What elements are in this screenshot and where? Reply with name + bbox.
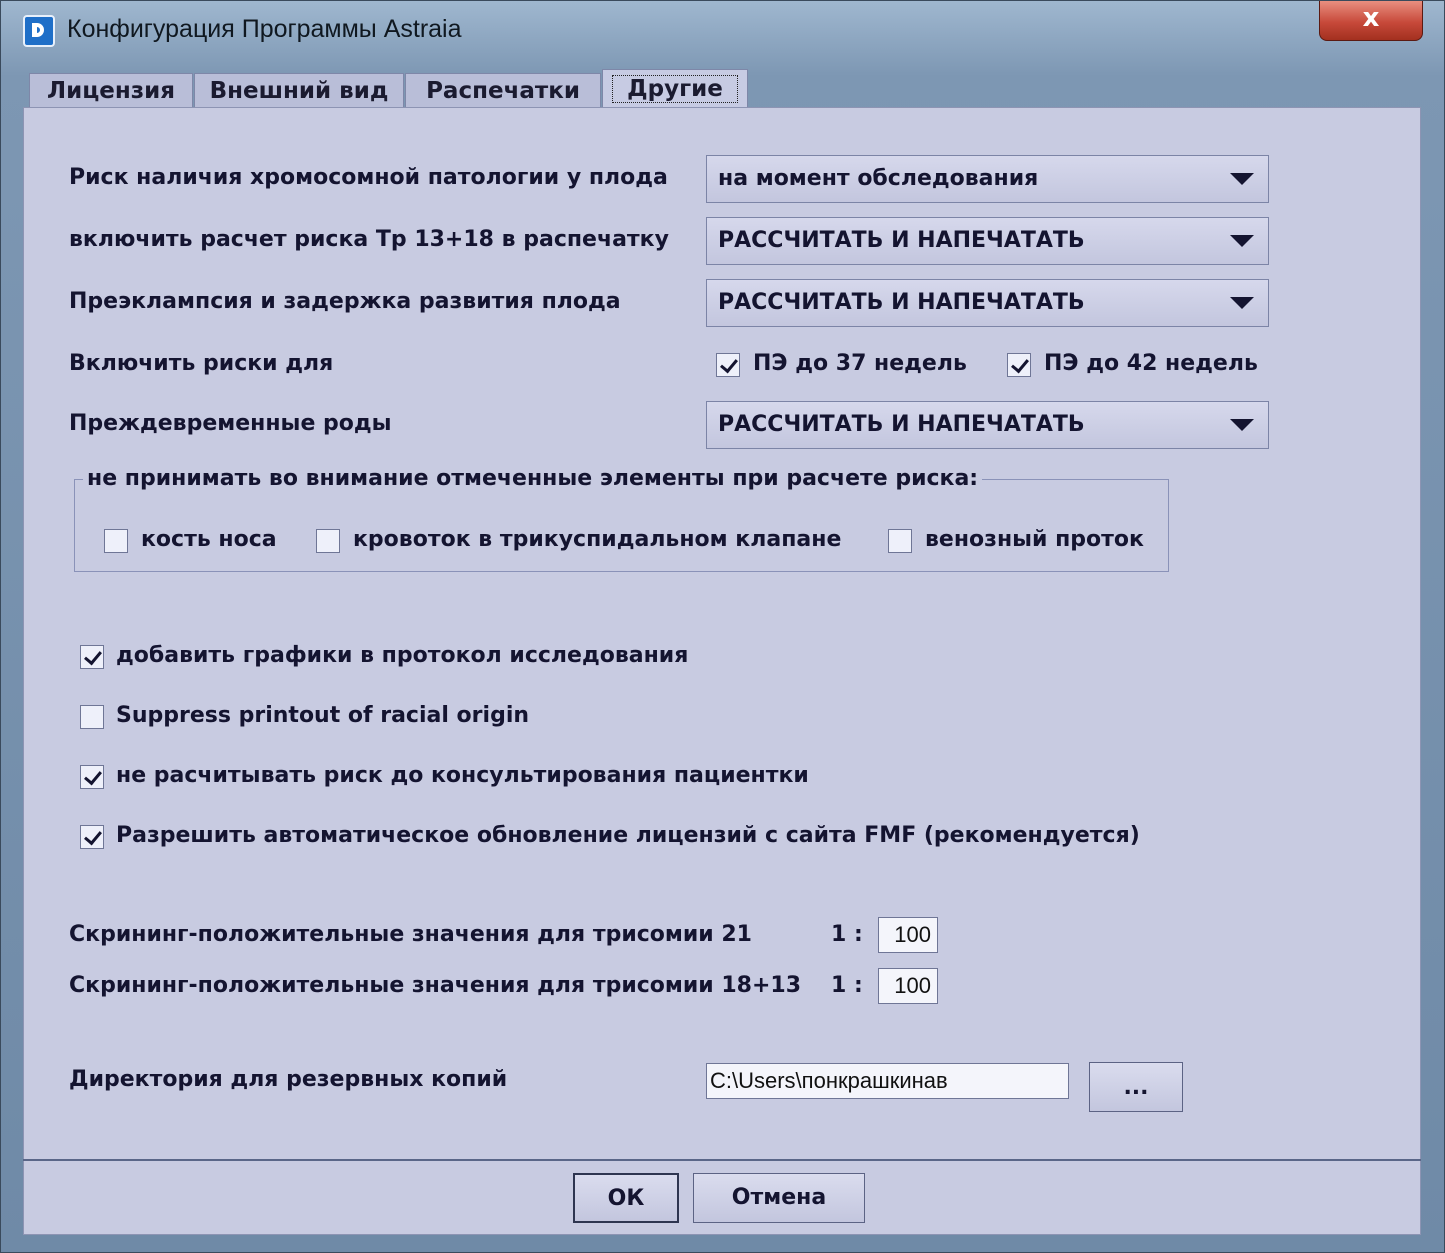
no-risk-before-consult-checkbox[interactable] (80, 765, 104, 789)
pe37-checkbox[interactable] (716, 353, 740, 377)
config-window: Конфигурация Программы Astraia x Лицензи… (0, 0, 1445, 1253)
t21-ratio-prefix: 1 : (831, 922, 863, 947)
no-risk-before-consult-label: не расчитывать риск до консультирования … (116, 763, 809, 788)
preterm-value: РАССЧИТАТЬ И НАПЕЧАТАТЬ (718, 412, 1085, 437)
tab-other[interactable]: Другие (602, 69, 748, 109)
tab-license[interactable]: Лицензия (29, 73, 193, 107)
tricuspid-flow-checkbox[interactable] (316, 529, 340, 553)
ok-button[interactable]: ОК (573, 1173, 679, 1223)
chevron-down-icon (1230, 173, 1254, 185)
backup-dir-label: Директория для резервных копий (69, 1067, 508, 1092)
window-title: Конфигурация Программы Astraia (67, 15, 462, 43)
exclude-group-box (74, 479, 1169, 572)
ductus-venosus-label: венозный проток (925, 527, 1144, 552)
chevron-down-icon (1230, 235, 1254, 247)
suppress-racial-checkbox[interactable] (80, 705, 104, 729)
tr13-18-value: РАССЧИТАТЬ И НАПЕЧАТАТЬ (718, 228, 1085, 253)
t21-value-input[interactable]: 100 (878, 917, 938, 953)
auto-license-update-label: Разрешить автоматическое обновление лице… (116, 823, 1140, 848)
browse-button[interactable]: ... (1089, 1062, 1183, 1112)
pe42-label: ПЭ до 42 недель (1044, 351, 1258, 376)
preterm-select[interactable]: РАССЧИТАТЬ И НАПЕЧАТАТЬ (706, 401, 1269, 449)
suppress-racial-label: Suppress printout of racial origin (116, 703, 530, 728)
chrom-risk-value: на момент обследования (718, 166, 1039, 191)
chrom-risk-label: Риск наличия хромосомной патологии у пло… (69, 165, 668, 190)
ductus-venosus-checkbox[interactable] (888, 529, 912, 553)
chevron-down-icon (1230, 297, 1254, 309)
tr13-18-select[interactable]: РАССЧИТАТЬ И НАПЕЧАТАТЬ (706, 217, 1269, 265)
cancel-button[interactable]: Отмена (693, 1173, 865, 1223)
t1813-value-input[interactable]: 100 (878, 968, 938, 1004)
add-graphs-label: добавить графики в протокол исследования (116, 643, 689, 668)
tr13-18-label: включить расчет риска Тр 13+18 в распеча… (69, 227, 669, 252)
nasal-bone-label: кость носа (141, 527, 277, 552)
pe42-checkbox[interactable] (1007, 353, 1031, 377)
t1813-ratio-prefix: 1 : (831, 973, 863, 998)
close-button[interactable]: x (1319, 1, 1423, 41)
nasal-bone-checkbox[interactable] (104, 529, 128, 553)
preeclampsia-value: РАССЧИТАТЬ И НАПЕЧАТАТЬ (718, 290, 1085, 315)
auto-license-update-checkbox[interactable] (80, 825, 104, 849)
tab-appearance[interactable]: Внешний вид (194, 73, 404, 107)
astraia-logo-icon (23, 15, 55, 47)
preeclampsia-label: Преэклампсия и задержка развития плода (69, 289, 621, 314)
preterm-label: Преждевременные роды (69, 411, 392, 436)
exclude-group-title: не принимать во внимание отмеченные элем… (83, 466, 983, 491)
preeclampsia-select[interactable]: РАССЧИТАТЬ И НАПЕЧАТАТЬ (706, 279, 1269, 327)
add-graphs-checkbox[interactable] (80, 645, 104, 669)
chrom-risk-select[interactable]: на момент обследования (706, 155, 1269, 203)
t21-label: Скрининг-положительные значения для трис… (69, 922, 752, 947)
pe37-label: ПЭ до 37 недель (753, 351, 967, 376)
title-bar: Конфигурация Программы Astraia x (1, 1, 1445, 59)
tab-panel-other (23, 107, 1421, 1161)
tab-printouts[interactable]: Распечатки (405, 73, 601, 107)
backup-dir-input[interactable]: C:\Users\понкрашкинав (706, 1063, 1069, 1099)
include-risks-label: Включить риски для (69, 351, 334, 376)
t1813-label: Скрининг-положительные значения для трис… (69, 973, 802, 998)
chevron-down-icon (1230, 419, 1254, 431)
tricuspid-flow-label: кровоток в трикуспидальном клапане (353, 527, 842, 552)
